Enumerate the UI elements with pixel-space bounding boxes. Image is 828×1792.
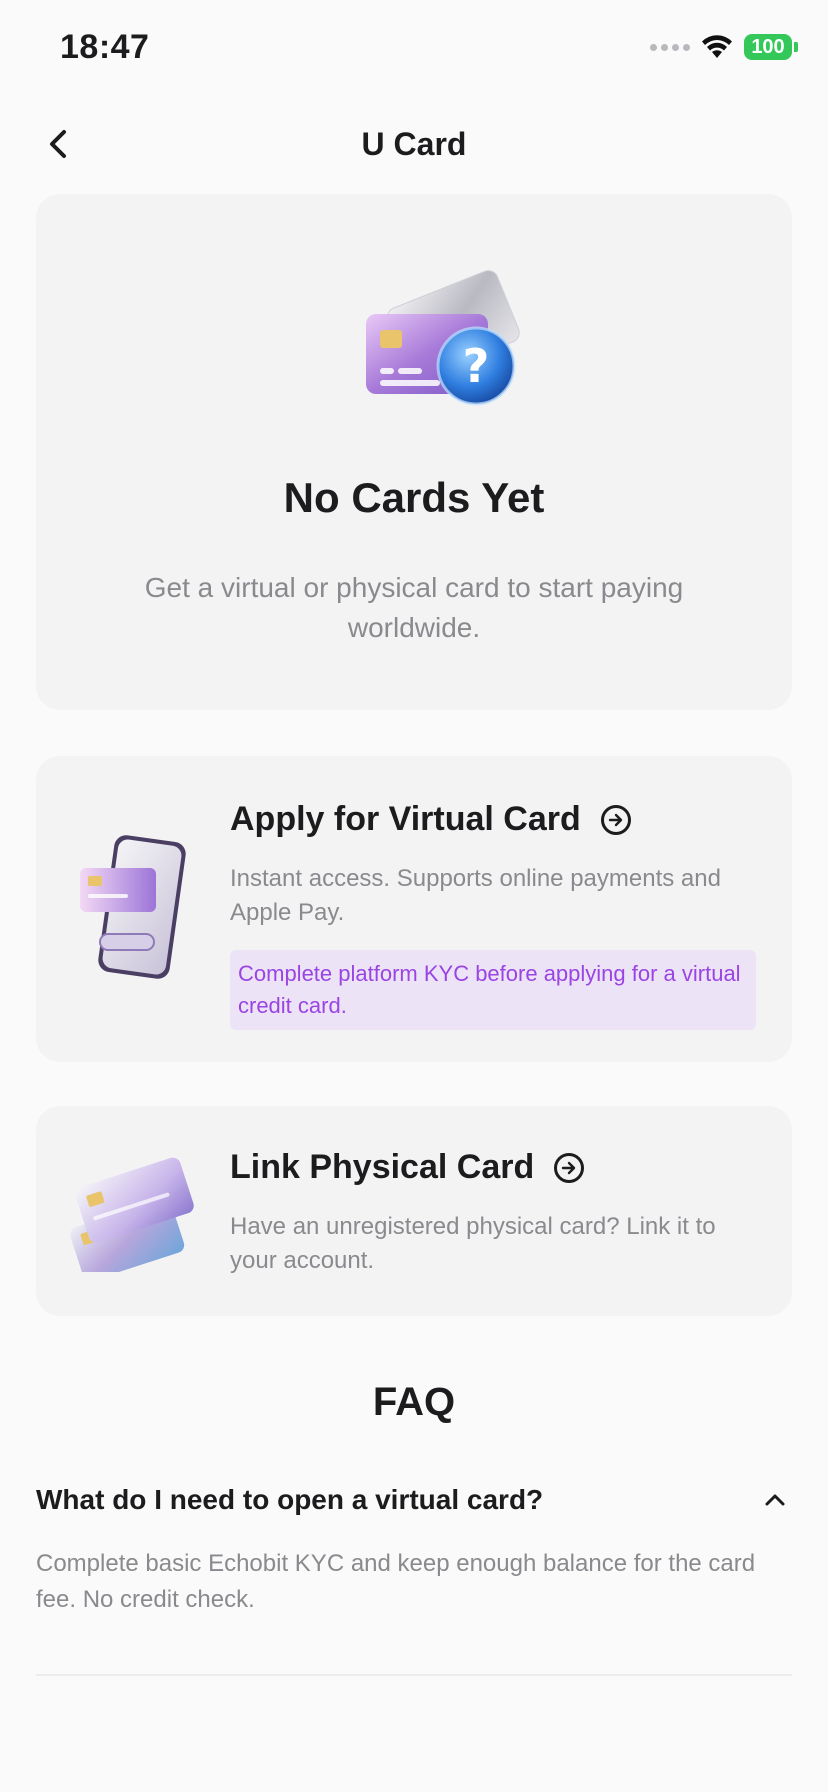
status-bar: 18:47 100	[0, 0, 828, 100]
empty-state-card: ? No Cards Yet Get a virtual or physical…	[36, 194, 792, 710]
card-question-illustration-icon: ?	[366, 270, 520, 406]
status-icons: 100	[650, 34, 798, 60]
divider	[36, 1674, 792, 1676]
chevron-up-icon[interactable]	[762, 1490, 788, 1510]
physical-cards-illustration-icon	[70, 1157, 194, 1272]
battery-level: 100	[751, 35, 785, 58]
cellular-signal-icon	[650, 43, 690, 51]
phone-card-illustration-icon	[80, 835, 186, 979]
virtual-card-title[interactable]: Apply for Virtual Card	[230, 800, 631, 839]
empty-state-subtitle: Get a virtual or physical card to start …	[144, 572, 684, 643]
physical-card-title[interactable]: Link Physical Card	[230, 1148, 585, 1187]
wifi-icon	[702, 35, 732, 58]
page-title: U Card	[361, 126, 467, 162]
nav-bar: U Card	[0, 110, 828, 180]
arrow-right-circle-icon[interactable]	[600, 804, 631, 835]
virtual-card-title-text: Apply for Virtual Card	[230, 800, 581, 838]
empty-state-title: No Cards Yet	[283, 474, 545, 521]
virtual-card-description: Instant access. Supports online payments…	[230, 865, 721, 926]
faq-heading: FAQ	[372, 1380, 456, 1424]
faq-question[interactable]: What do I need to open a virtual card?	[36, 1484, 543, 1516]
status-time: 18:47	[60, 28, 150, 66]
apply-virtual-card-option[interactable]: Apply for Virtual Card Instant access. S…	[36, 756, 792, 1062]
arrow-right-circle-icon[interactable]	[554, 1152, 585, 1183]
svg-text:?: ?	[463, 339, 490, 393]
physical-card-title-text: Link Physical Card	[230, 1148, 535, 1186]
physical-card-description: Have an unregistered physical card? Link…	[230, 1213, 716, 1274]
kyc-note: Complete platform KYC before applying fo…	[230, 950, 756, 1030]
link-physical-card-option[interactable]: Link Physical Card Have an unregistered …	[36, 1106, 792, 1316]
faq-answer: Complete basic Echobit KYC and keep enou…	[36, 1550, 756, 1613]
battery-icon: 100	[744, 34, 798, 60]
